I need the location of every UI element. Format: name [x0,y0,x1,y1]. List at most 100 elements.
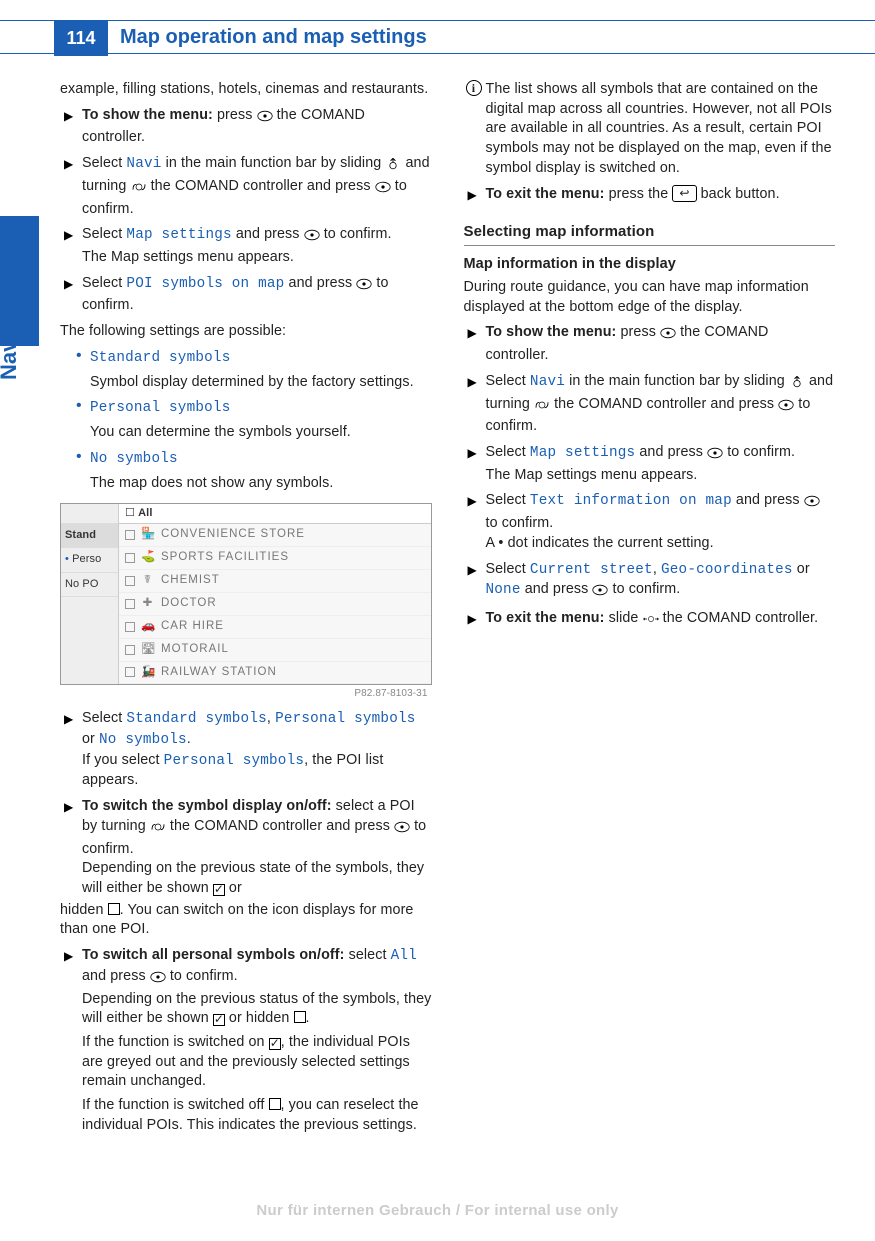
menu-item: Map settings [126,227,231,243]
page-number: 114 [54,20,108,56]
menu-item: None [486,582,521,598]
text: the COMAND controller and press [166,818,394,834]
step: ▶ Select Standard symbols, Personal symb… [82,709,432,791]
text: or [225,880,242,896]
checked-box-icon [269,1038,281,1050]
text: hidden [60,902,108,918]
figure-poi-row: 🚂RAILWAY STATION [119,662,431,685]
turn-controller-icon [534,398,550,418]
bullet-item: • No symbols The map does not show any s… [90,449,432,493]
section-heading: Selecting map information [464,222,836,246]
step-title: To exit the menu: [486,610,605,626]
page-title: Map operation and map settings [120,26,427,49]
text: press [213,107,257,123]
slide-up-icon [385,157,401,177]
checked-box-icon [213,884,225,896]
text: in the main function bar by sliding [162,155,386,171]
text: or hidden [225,1010,294,1026]
menu-item: Personal symbols [275,711,415,727]
page: 114 Map operation and map settings Navig… [0,0,875,1241]
text: Select [486,561,530,577]
text: Select [486,444,530,460]
paragraph: example, filling stations, hotels, cinem… [60,80,432,100]
slide-horizontal-icon [643,612,659,632]
text: . [306,1010,310,1026]
step-marker-icon: ▶ [64,227,73,244]
text: or [82,731,99,747]
text: in the main function bar by sliding [565,373,789,389]
press-controller-icon [394,820,410,840]
step: ▶ To exit the menu: slide the COMAND con… [486,609,836,632]
text: The Map settings menu appears. [486,466,836,486]
text: to confirm. [608,581,680,597]
figure-caption: P82.87-8103-31 [60,685,432,701]
step: ▶ To switch all personal symbols on/off:… [82,946,432,1135]
menu-item: Map settings [530,445,635,461]
text: Select [82,155,126,171]
menu-item: Current street [530,562,653,578]
turn-controller-icon [150,820,166,840]
menu-item: Standard symbols [126,711,266,727]
press-controller-icon [804,494,820,514]
figure-poi-row: ⛳SPORTS FACILITIES [119,547,431,570]
step-marker-icon: ▶ [468,493,477,510]
figure-poi-row: ✚DOCTOR [119,593,431,616]
menu-item: All [391,948,417,964]
text: Select [486,492,530,508]
menu-item: Personal symbols [90,400,230,416]
step-marker-icon: ▶ [468,374,477,391]
text: The map does not show any symbols. [90,474,432,494]
press-controller-icon [356,277,372,297]
figure: Stand • Perso No PO ☐ All 🏪CONVENIENCE S… [60,503,432,701]
step-marker-icon: ▶ [64,799,73,816]
figure-left-panel: Stand • Perso No PO [61,504,119,684]
text: press the [605,186,673,202]
text: to confirm. [723,444,795,460]
step-title: To show the menu: [82,107,213,123]
sub-heading: Map information in the display [464,254,836,274]
back-button-icon: ↩ [672,185,696,202]
text: to confirm. [320,226,392,242]
slide-up-icon [789,375,805,395]
list-item: No PO [61,573,118,597]
checked-box-icon [213,1014,225,1026]
step: ▶ Select Current street, Geo-coordinates… [486,560,836,603]
step: ▶ Select Map settings and press to confi… [486,443,836,485]
figure-poi-row: ☤CHEMIST [119,570,431,593]
text: If the function is switched on [82,1034,269,1050]
text: or [793,561,810,577]
step-title: To show the menu: [486,324,617,340]
text: . [187,731,191,747]
body-text: example, filling stations, hotels, cinem… [60,80,835,1171]
step: ▶ To switch the symbol display on/off: s… [82,797,432,899]
text: to confirm. [166,968,238,984]
step: ▶ To show the menu: press the COMAND con… [486,323,836,365]
unchecked-box-icon [108,903,120,915]
step: ▶ Select Text information on map and pre… [486,491,836,553]
bullet-item: • Personal symbols You can determine the… [90,398,432,442]
press-controller-icon [257,109,273,129]
text: The Map settings menu appears. [82,248,432,268]
text: A [486,535,499,551]
figure-all-row: ☐ All [119,504,431,524]
paragraph: The following settings are possible: [60,322,432,342]
bullet-icon: • [76,449,82,465]
step-title: To exit the menu: [486,186,605,202]
step-marker-icon: ▶ [64,276,73,293]
press-controller-icon [778,398,794,418]
menu-item: Navi [126,156,161,172]
list-item: • Perso [61,548,118,572]
step: ▶ Select Map settings and press to confi… [82,225,432,267]
info-icon: i [466,80,482,96]
step-marker-icon: ▶ [64,948,73,965]
press-controller-icon [592,583,608,603]
menu-item: Standard symbols [90,350,230,366]
text: and press [82,968,150,984]
text: and press [732,492,804,508]
step-marker-icon: ▶ [64,711,73,728]
figure-poi-row: 🚗CAR HIRE [119,616,431,639]
text: Depending on the previous state of the s… [82,860,424,896]
text: , [267,710,275,726]
text: Symbol display determined by the factory… [90,373,432,393]
bullet-item: • Standard symbols Symbol display determ… [90,348,432,392]
